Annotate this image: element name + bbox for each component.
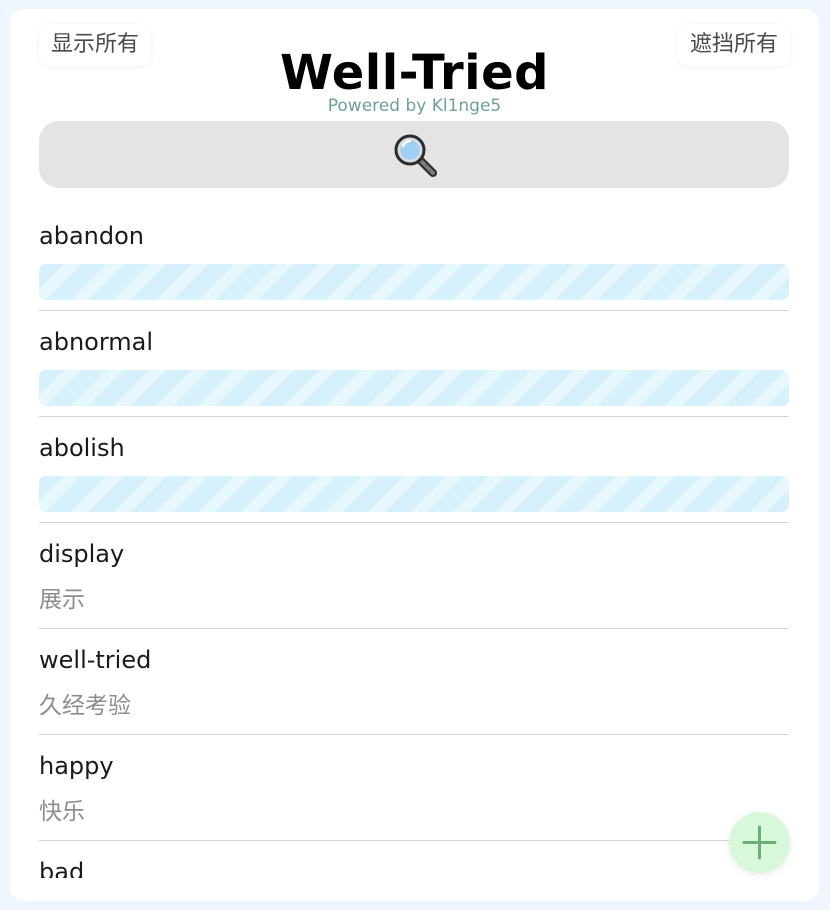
word-item[interactable]: bad [39,841,789,878]
word-item[interactable]: abandon [39,205,789,311]
word-english: happy [39,752,114,780]
word-translation: 快乐 [39,799,85,825]
plus-icon [742,825,777,860]
word-item[interactable]: well-tried 久经考验 [39,629,789,735]
word-item[interactable]: abnormal [39,311,789,417]
magnifier-icon [394,134,437,177]
add-word-button[interactable] [729,812,790,873]
page-subtitle: Powered by Kl1nge5 [327,96,502,116]
word-english: display [39,540,125,568]
word-english: bad [39,858,85,878]
app-card: 显示所有 遮挡所有 Well-Tried Powered by Kl1nge5 … [10,9,819,901]
word-translation: 久经考验 [39,693,131,719]
word-item[interactable]: happy 快乐 [39,735,789,841]
search-button[interactable] [39,121,789,188]
page-title: Well-Tried [279,45,550,101]
translation-mask[interactable] [39,370,789,406]
word-translation: 展示 [39,587,85,613]
word-item[interactable]: abolish [39,417,789,523]
word-list: abandon abnormal abolish display 展示 well-trie… [39,205,789,878]
word-item[interactable]: display 展示 [39,523,789,629]
word-english: well-tried [39,646,152,674]
translation-mask[interactable] [39,476,789,512]
word-english: abandon [39,222,144,250]
word-english: abnormal [39,328,154,356]
translation-mask[interactable] [39,264,789,300]
word-english: abolish [39,434,125,462]
